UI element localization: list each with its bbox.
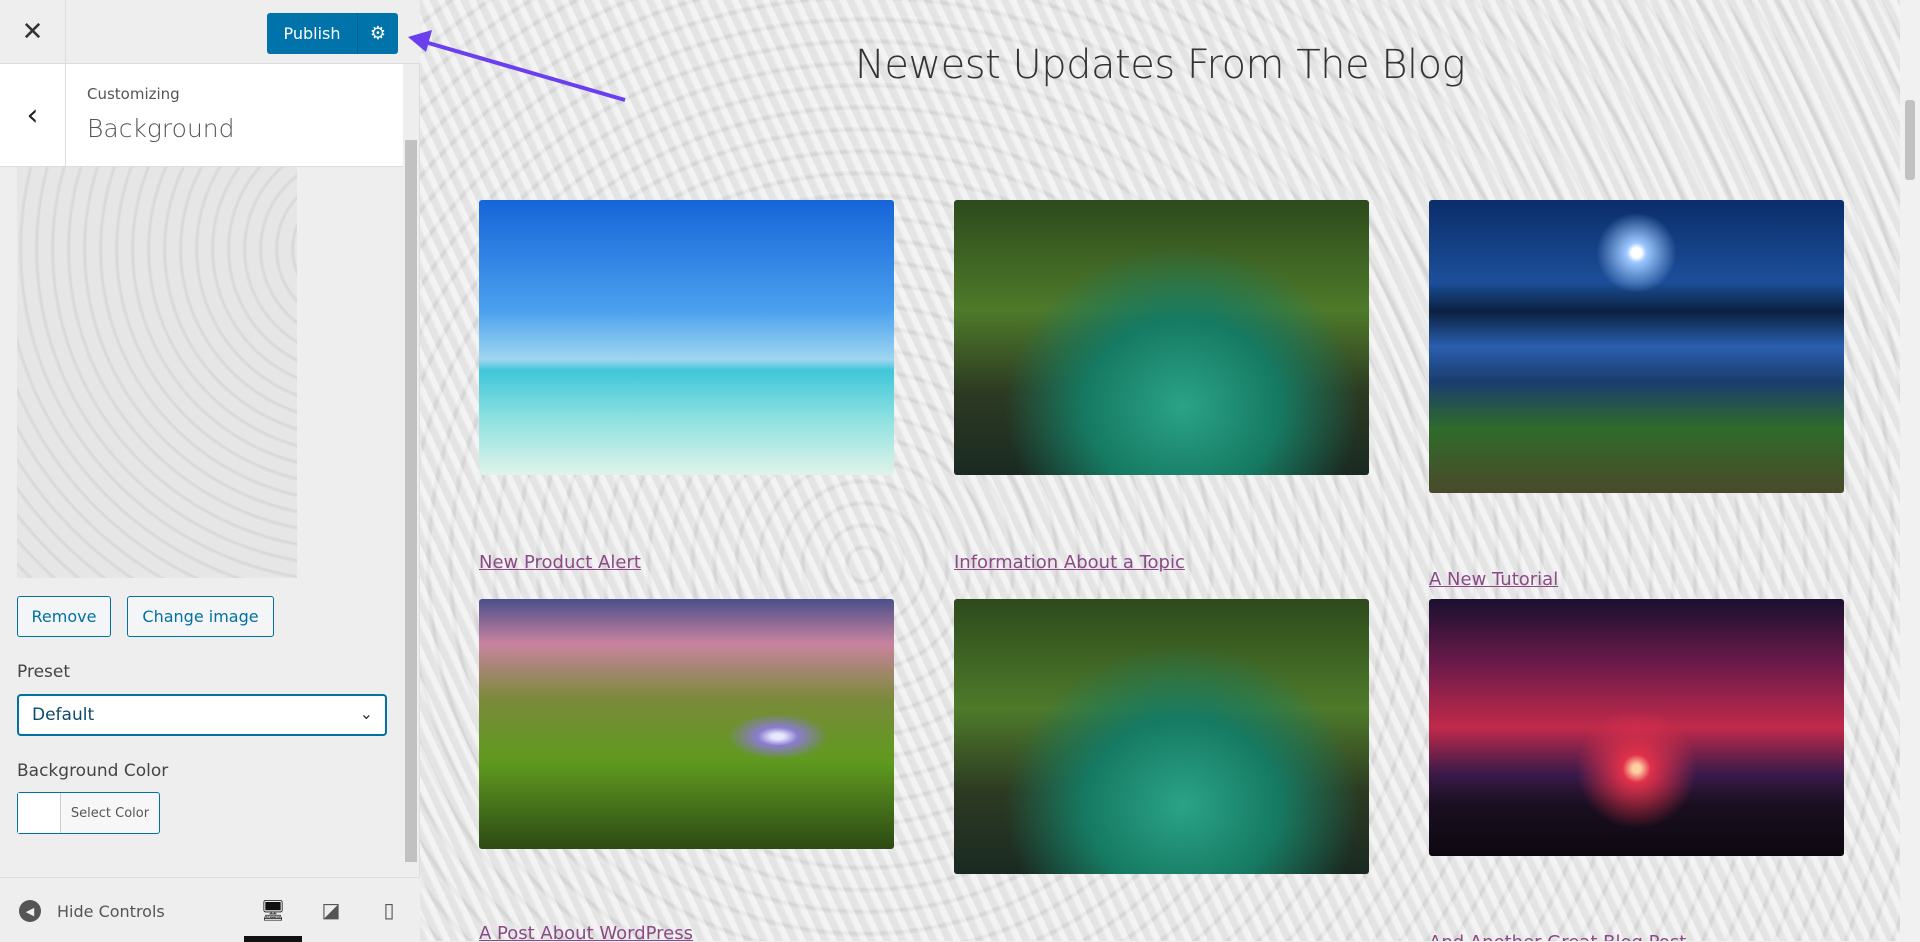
publish-button[interactable]: Publish ⚙ (267, 13, 398, 54)
panel-header: ‹ Customizing Background (0, 64, 403, 167)
post-link[interactable]: A New Tutorial (1429, 569, 1558, 590)
change-image-button[interactable]: Change image (127, 596, 274, 637)
preset-value: Default (32, 705, 95, 725)
customizer-header: ✕ Publish ⚙ (0, 0, 420, 64)
remove-button[interactable]: Remove (17, 596, 111, 637)
post-image-forest-river[interactable] (954, 599, 1369, 874)
mobile-preview-icon[interactable]: ▯ (375, 896, 403, 924)
collapse-arrow-icon: ◀ (19, 900, 41, 922)
back-chevron-icon[interactable]: ‹ (0, 64, 66, 167)
preview-scrollbar[interactable] (1900, 0, 1920, 941)
background-image-preview (17, 167, 297, 578)
color-swatch (18, 793, 61, 833)
post-link[interactable]: And Another Great Blog Post (1429, 932, 1686, 941)
tablet-preview-icon[interactable]: ◪ (317, 896, 345, 924)
sidebar-scrollbar[interactable] (403, 64, 419, 877)
select-color-button[interactable]: Select Color (17, 792, 160, 834)
post-image-forest-river[interactable] (954, 200, 1369, 475)
panel-title: Background (87, 114, 235, 143)
post-image-red-sunset-tree[interactable] (1429, 599, 1844, 856)
page-title: Newest Updates From The Blog (854, 42, 1466, 88)
desktop-preview-icon[interactable]: 🖥 (259, 896, 287, 924)
post-link[interactable]: A Post About WordPress (479, 923, 693, 941)
preset-label: Preset (17, 662, 71, 682)
customizer-footer: ◀ Hide Controls 🖥 ◪ ▯ (0, 877, 420, 942)
background-color-label: Background Color (17, 761, 169, 781)
gear-icon[interactable]: ⚙ (358, 13, 398, 54)
publish-label[interactable]: Publish (267, 13, 358, 54)
select-color-label: Select Color (70, 805, 150, 821)
preset-select[interactable]: Default ⌄ (17, 694, 387, 736)
post-link[interactable]: Information About a Topic (954, 552, 1185, 573)
post-image-waterfall[interactable] (479, 599, 894, 849)
hide-controls-label: Hide Controls (57, 901, 165, 921)
post-image-lake-pier[interactable] (1429, 200, 1844, 493)
chevron-down-icon: ⌄ (359, 704, 373, 723)
close-icon[interactable]: ✕ (0, 0, 66, 64)
site-preview: Newest Updates From The Blog New Product… (420, 0, 1900, 941)
hide-controls-button[interactable]: ◀ Hide Controls (19, 900, 165, 922)
post-link[interactable]: New Product Alert (479, 552, 641, 573)
device-selected-indicator (244, 936, 302, 942)
customizer-sidebar: ✕ Publish ⚙ ‹ Customizing Background Rem… (0, 0, 420, 942)
scrollbar-thumb[interactable] (1905, 100, 1915, 180)
scrollbar-thumb[interactable] (405, 140, 417, 862)
breadcrumb: Customizing (87, 85, 180, 103)
post-image-beach[interactable] (479, 200, 894, 475)
